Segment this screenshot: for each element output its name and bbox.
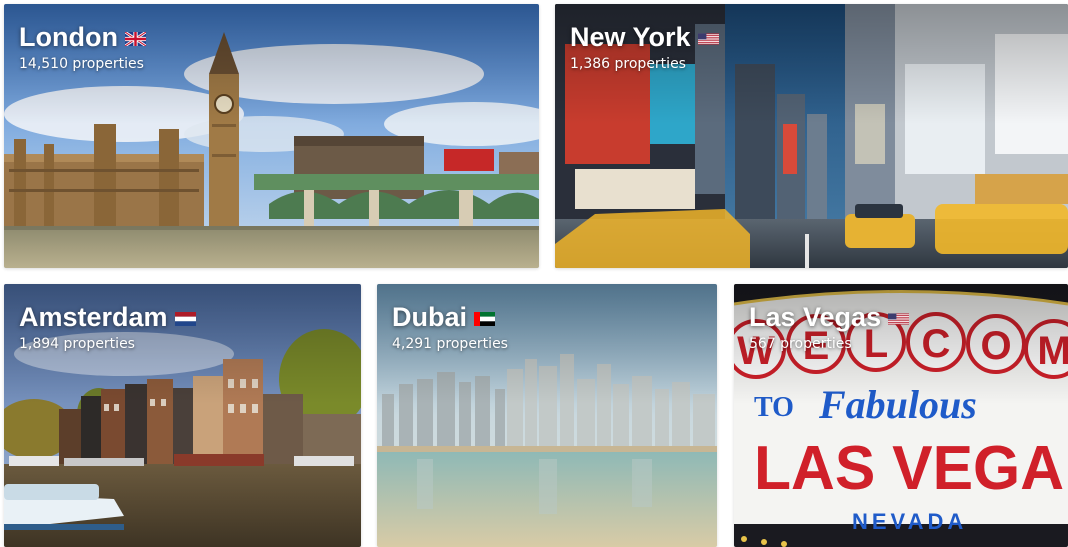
destination-card-amsterdam[interactable]: Amsterdam 1,894 properties <box>4 284 361 547</box>
card-info: London 14,510 properties <box>19 21 146 73</box>
destination-card-dubai[interactable]: Dubai 4,291 properties <box>377 284 717 547</box>
destination-card-las-vegas[interactable]: W E L C O M TO Fabulous LAS VEGA NEVADA … <box>734 284 1068 547</box>
property-count: 4,291 properties <box>392 336 508 352</box>
destination-card-london[interactable]: London 14,510 properties <box>4 4 539 268</box>
flag-us-icon <box>888 312 910 326</box>
svg-text:Fabulous: Fabulous <box>818 382 977 427</box>
svg-text:LAS VEGA: LAS VEGA <box>754 434 1064 503</box>
property-count: 1,386 properties <box>570 56 686 72</box>
city-name: Las Vegas <box>749 302 882 332</box>
svg-text:NEVADA: NEVADA <box>852 509 967 534</box>
card-info: Dubai 4,291 properties <box>392 301 508 353</box>
destination-card-new-york[interactable]: New York 1,386 properties <box>555 4 1068 268</box>
svg-text:TO: TO <box>754 392 794 423</box>
svg-text:M: M <box>1037 329 1068 373</box>
property-count: 1,894 properties <box>19 336 135 352</box>
property-count: 14,510 properties <box>19 56 144 72</box>
card-info: Amsterdam 1,894 properties <box>19 301 196 353</box>
city-name: New York <box>570 22 691 52</box>
city-name: Dubai <box>392 302 468 332</box>
property-count: 567 properties <box>749 336 852 352</box>
card-info: Las Vegas 567 properties <box>749 301 910 353</box>
flag-netherlands-icon <box>174 312 196 326</box>
city-name: Amsterdam <box>19 302 168 332</box>
svg-text:O: O <box>980 324 1011 368</box>
city-name: London <box>19 22 118 52</box>
flag-uae-icon <box>474 312 496 326</box>
flag-uk-icon <box>124 32 146 46</box>
flag-us-icon <box>697 32 719 46</box>
card-info: New York 1,386 properties <box>570 21 719 73</box>
svg-text:C: C <box>922 322 951 366</box>
